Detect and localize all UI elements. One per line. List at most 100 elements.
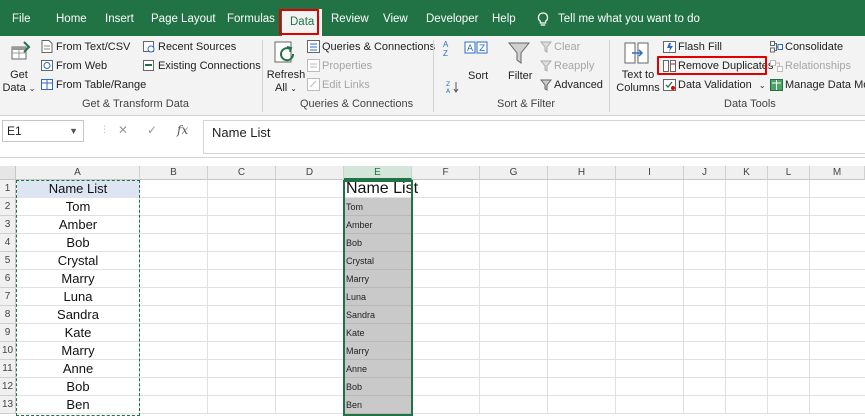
row-header-6[interactable]: 6 <box>0 270 16 288</box>
column-header-h[interactable]: H <box>548 166 616 180</box>
cell-e10[interactable]: Marry <box>344 342 411 360</box>
spreadsheet-grid[interactable]: ABCDEFGHIJKLM 1 2 3 4 5 6 7 8 9 10 11 12 13 Name Lis… <box>0 166 865 416</box>
cell-a4[interactable]: Bob <box>17 234 139 252</box>
flash-fill-button[interactable]: Flash Fill <box>678 40 722 54</box>
table-icon <box>41 79 53 90</box>
cell-a10[interactable]: Marry <box>17 342 139 360</box>
cell-e3[interactable]: Amber <box>344 216 411 234</box>
row-header-4[interactable]: 4 <box>0 234 16 252</box>
relationships-button[interactable]: Relationships <box>785 59 851 73</box>
row-header-1[interactable]: 1 <box>0 180 16 198</box>
cell-e2[interactable]: Tom <box>344 198 411 216</box>
data-validation-button[interactable]: Data Validation ⌄ <box>678 78 766 93</box>
cell-a8[interactable]: Sandra <box>17 306 139 324</box>
column-header-b[interactable]: B <box>140 166 208 180</box>
column-header-j[interactable]: J <box>684 166 726 180</box>
formula-bar: E1 ▼ ⋮ ✕ ✓ fx Name List <box>0 116 865 158</box>
cell-e11[interactable]: Anne <box>344 360 411 378</box>
row-header-3[interactable]: 3 <box>0 216 16 234</box>
row-header-9[interactable]: 9 <box>0 324 16 342</box>
row-header-13[interactable]: 13 <box>0 396 16 414</box>
row-header-5[interactable]: 5 <box>0 252 16 270</box>
cell-a13[interactable]: Ben <box>17 396 139 414</box>
cell-e1[interactable]: Name List <box>344 180 474 198</box>
column-header-g[interactable]: G <box>480 166 548 180</box>
recent-sources-button[interactable]: Recent Sources <box>158 40 236 54</box>
row-header-8[interactable]: 8 <box>0 306 16 324</box>
column-header-k[interactable]: K <box>726 166 768 180</box>
tab-file[interactable]: File <box>12 8 31 30</box>
manage-data-model-button[interactable]: Manage Data Mod <box>785 78 865 92</box>
tab-developer[interactable]: Developer <box>426 8 478 30</box>
cell-a1[interactable]: Name List <box>17 180 139 198</box>
cell-e5[interactable]: Crystal <box>344 252 411 270</box>
clear-button[interactable]: Clear <box>554 40 580 54</box>
column-header-f[interactable]: F <box>412 166 480 180</box>
insert-function-icon[interactable]: fx <box>177 123 188 137</box>
advanced-button[interactable]: Advanced <box>554 78 603 92</box>
sort-z-to-a-icon[interactable]: ZA <box>445 80 459 94</box>
refresh-all-button[interactable]: Refresh All ⌄ <box>266 69 306 95</box>
get-data-button[interactable]: Get Data ⌄ <box>2 69 36 95</box>
cell-e13[interactable]: Ben <box>344 396 411 414</box>
cell-a3[interactable]: Amber <box>17 216 139 234</box>
cell-e9[interactable]: Kate <box>344 324 411 342</box>
column-header-c[interactable]: C <box>208 166 276 180</box>
cell-e6[interactable]: Marry <box>344 270 411 288</box>
column-header-a[interactable]: A <box>16 166 140 180</box>
tell-me-search[interactable]: Tell me what you want to do <box>558 8 700 30</box>
sort-a-to-z-button[interactable]: A Z <box>443 40 459 58</box>
formula-input[interactable]: Name List <box>203 120 865 154</box>
cell-a12[interactable]: Bob <box>17 378 139 396</box>
consolidate-button[interactable]: Consolidate <box>785 40 843 54</box>
cell-e4[interactable]: Bob <box>344 234 411 252</box>
cell-e12[interactable]: Bob <box>344 378 411 396</box>
tab-home[interactable]: Home <box>56 8 87 30</box>
column-header-l[interactable]: L <box>768 166 810 180</box>
column-header-i[interactable]: I <box>616 166 684 180</box>
queries-connections-button[interactable]: Queries & Connections <box>322 40 435 54</box>
properties-button[interactable]: Properties <box>322 59 372 73</box>
cell-a9[interactable]: Kate <box>17 324 139 342</box>
enter-icon[interactable]: ✓ <box>147 123 157 137</box>
column-header-m[interactable]: M <box>810 166 865 180</box>
remove-duplicates-button[interactable]: Remove Duplicates <box>678 59 773 73</box>
cancel-icon[interactable]: ✕ <box>118 123 128 137</box>
reapply-button[interactable]: Reapply <box>554 59 594 73</box>
tab-formulas[interactable]: Formulas <box>227 8 275 30</box>
cell-a11[interactable]: Anne <box>17 360 139 378</box>
cell-e8[interactable]: Sandra <box>344 306 411 324</box>
from-text-csv-button[interactable]: From Text/CSV <box>56 40 130 54</box>
chevron-down-icon[interactable]: ▼ <box>69 121 78 141</box>
filter-button[interactable]: Filter <box>508 69 532 83</box>
existing-connections-button[interactable]: Existing Connections <box>158 59 261 73</box>
cell-a7[interactable]: Luna <box>17 288 139 306</box>
name-box[interactable]: E1 ▼ <box>2 120 84 142</box>
row-header-10[interactable]: 10 <box>0 342 16 360</box>
cell-a6[interactable]: Marry <box>17 270 139 288</box>
column-header-e[interactable]: E <box>344 166 412 180</box>
row-header-11[interactable]: 11 <box>0 360 16 378</box>
cell-e7[interactable]: Luna <box>344 288 411 306</box>
edit-links-button[interactable]: Edit Links <box>322 78 370 92</box>
get-data-label: Get <box>10 69 28 81</box>
cell-a5[interactable]: Crystal <box>17 252 139 270</box>
tab-insert[interactable]: Insert <box>105 8 134 30</box>
column-header-d[interactable]: D <box>276 166 344 180</box>
tab-data[interactable]: Data <box>282 9 323 36</box>
tab-page-layout[interactable]: Page Layout <box>151 8 216 30</box>
tab-view[interactable]: View <box>383 8 408 30</box>
row-header-7[interactable]: 7 <box>0 288 16 306</box>
cell-a2[interactable]: Tom <box>17 198 139 216</box>
row-header-2[interactable]: 2 <box>0 198 16 216</box>
grid-line <box>16 251 865 252</box>
tab-help[interactable]: Help <box>492 8 516 30</box>
tab-review[interactable]: Review <box>331 8 369 30</box>
grid-line <box>16 269 865 270</box>
row-header-12[interactable]: 12 <box>0 378 16 396</box>
select-all-corner[interactable] <box>0 166 16 180</box>
sort-button[interactable]: Sort <box>468 69 488 83</box>
text-to-columns-button[interactable]: Text to Columns <box>614 69 662 95</box>
from-web-button[interactable]: From Web <box>56 59 107 73</box>
from-table-range-button[interactable]: From Table/Range <box>56 78 146 92</box>
